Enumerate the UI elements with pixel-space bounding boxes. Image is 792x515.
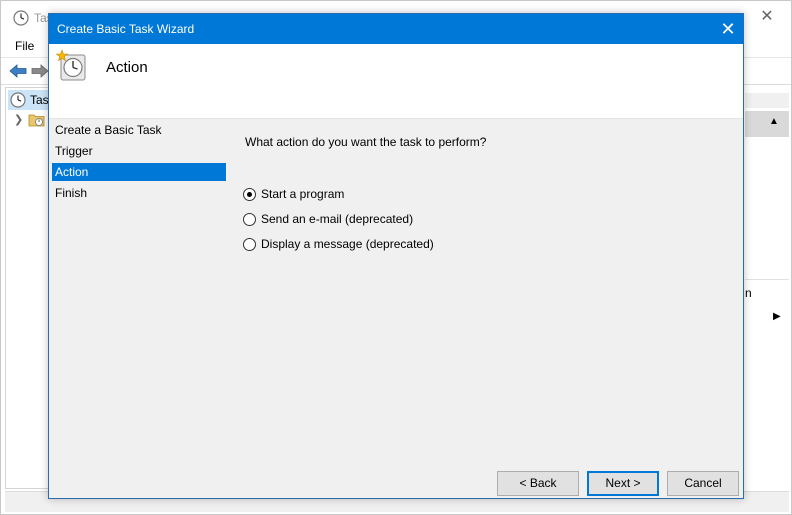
collapse-up-icon[interactable]: ▲ [769, 116, 779, 127]
wizard-titlebar: Create Basic Task Wizard ✕ [49, 14, 743, 44]
create-basic-task-wizard: Create Basic Task Wizard ✕ Action Create… [48, 13, 744, 499]
cancel-button[interactable]: Cancel [667, 471, 739, 496]
tree-item-task-scheduler[interactable]: Tas [8, 90, 50, 110]
task-library-folder-icon[interactable] [28, 112, 46, 128]
page-title: Action [106, 59, 148, 76]
submenu-arrow-icon[interactable]: ▶ [773, 311, 781, 322]
option-label[interactable]: Display a message (deprecated) [261, 237, 434, 252]
back-button[interactable]: < Back [497, 471, 579, 496]
menu-file[interactable]: File [15, 39, 34, 53]
actions-pane: ▲ n ▶ [745, 87, 789, 489]
step-create-basic-task[interactable]: Create a Basic Task [52, 121, 226, 139]
wizard-steps: Create a Basic Task Trigger Action Finis… [49, 119, 229, 419]
step-finish[interactable]: Finish [52, 184, 226, 202]
actions-divider [745, 279, 789, 280]
next-button[interactable]: Next > [587, 471, 659, 496]
forward-arrow-icon[interactable] [31, 63, 49, 79]
tree-item-label: Tas [30, 93, 49, 107]
radio-display-message[interactable] [243, 238, 256, 251]
close-icon[interactable]: ✕ [713, 14, 743, 44]
actions-pane-band [745, 93, 789, 108]
step-trigger[interactable]: Trigger [52, 142, 226, 160]
actions-pane-header[interactable]: ▲ [745, 111, 789, 137]
option-label[interactable]: Start a program [261, 187, 344, 202]
close-icon[interactable]: ✕ [757, 7, 777, 27]
step-action[interactable]: Action [52, 163, 226, 181]
radio-start-program[interactable] [243, 188, 256, 201]
clock-icon [13, 10, 29, 26]
clock-icon [10, 92, 26, 108]
new-task-clock-icon [55, 49, 86, 81]
action-question: What action do you want the task to perf… [245, 135, 487, 149]
wizard-title: Create Basic Task Wizard [57, 22, 195, 36]
chevron-right-icon[interactable]: ❯ [14, 113, 23, 126]
actions-pane-item[interactable]: n [745, 286, 752, 300]
navigation-tree: Tas ❯ [5, 87, 50, 489]
radio-send-email[interactable] [243, 213, 256, 226]
back-arrow-icon[interactable] [9, 63, 27, 79]
option-label[interactable]: Send an e-mail (deprecated) [261, 212, 413, 227]
wizard-header: Action [49, 44, 743, 119]
